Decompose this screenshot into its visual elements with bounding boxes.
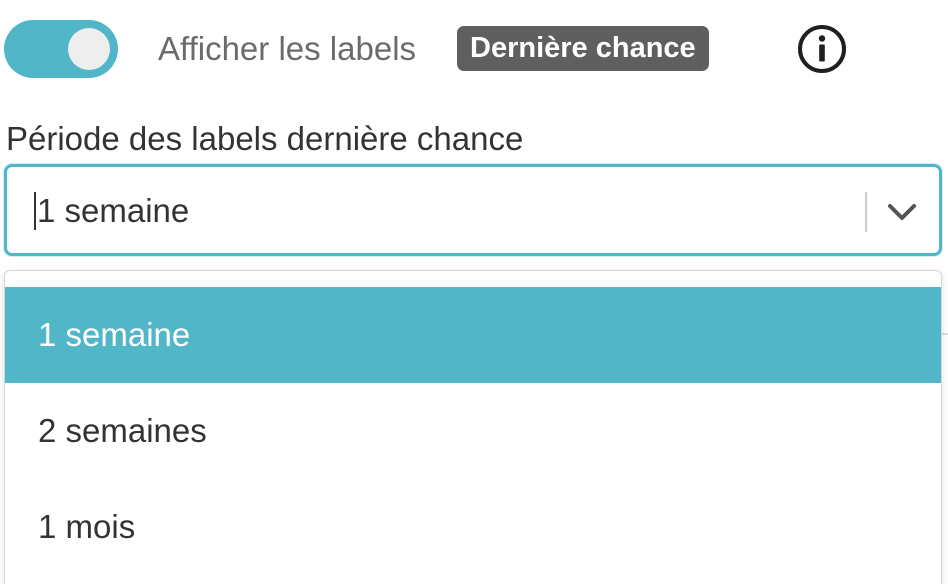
toggle-knob[interactable] — [68, 28, 110, 70]
period-options-list: 1 semaine 2 semaines 1 mois — [5, 287, 941, 575]
select-indicator-separator — [865, 192, 867, 232]
option-2-semaines[interactable]: 2 semaines — [5, 383, 941, 479]
option-1-semaine[interactable]: 1 semaine — [5, 287, 941, 383]
toggle-label: Afficher les labels — [158, 30, 417, 67]
show-labels-toggle[interactable] — [4, 20, 118, 78]
info-icon[interactable] — [797, 24, 847, 74]
option-1-mois[interactable]: 1 mois — [5, 479, 941, 575]
settings-panel: Afficher les labels Dernière chance Péri… — [0, 0, 948, 584]
period-select-value: 1 semaine — [37, 192, 190, 229]
period-dropdown-menu: 1 semaine 2 semaines 1 mois — [4, 270, 942, 584]
last-chance-badge: Dernière chance — [457, 26, 709, 71]
period-select[interactable]: 1 semaine — [4, 164, 942, 256]
text-cursor — [34, 192, 36, 230]
chevron-down-icon[interactable] — [885, 197, 919, 227]
period-field-label: Période des labels dernière chance — [6, 120, 524, 157]
